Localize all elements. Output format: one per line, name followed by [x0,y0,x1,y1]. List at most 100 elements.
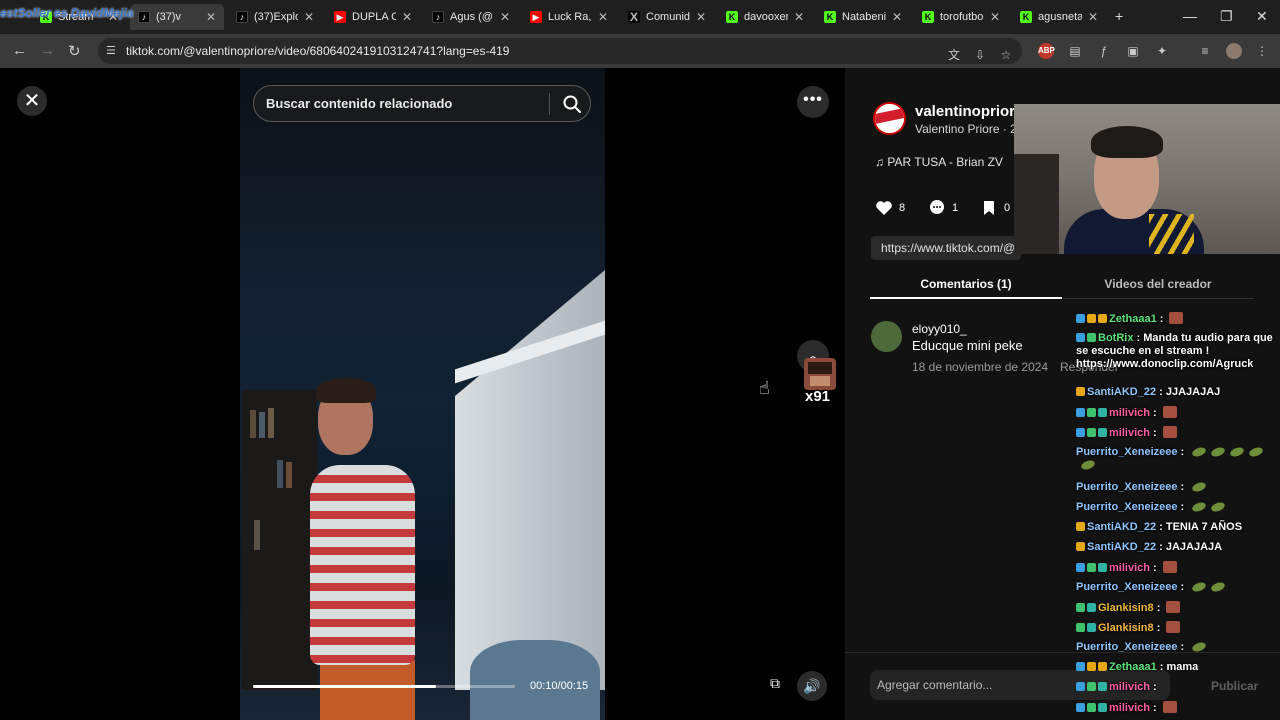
chat-badge-icon [1098,408,1107,417]
chat-message: Puerrito_Xeneizeee : [1076,445,1280,472]
video-progress-bar[interactable] [253,685,515,688]
adblock-icon[interactable]: ABP [1038,43,1055,59]
copy-link-field[interactable]: https://www.tiktok.com/@ [871,236,1021,260]
tab-close-icon[interactable]: ✕ [1088,10,1098,24]
chat-badge-icon [1087,603,1096,612]
back-button[interactable]: ← [12,42,27,59]
chat-message: SantiAKD_22 : TENIA 7 AÑOS [1076,521,1280,534]
chat-username: SantiAKD_22 [1087,521,1157,533]
webcam-jersey-stripes [1149,214,1194,254]
chat-emote-face-icon [1166,601,1181,613]
minimize-icon[interactable]: — [1183,8,1197,24]
extension-icon[interactable]: ▤ [1067,43,1083,59]
tab-close-icon[interactable]: ✕ [990,10,1000,24]
browser-tab-label: DUPLA C [352,11,396,23]
site-info-icon[interactable]: ☰ [106,44,116,57]
chat-separator: : [1156,541,1166,553]
chat-badge-icon [1076,662,1085,671]
picture-in-picture-icon[interactable]: ⧉ [764,675,786,697]
tab-close-icon[interactable]: ✕ [892,10,902,24]
like-button[interactable]: 8 [875,199,905,217]
browser-tab[interactable]: X Comunid ✕ [620,4,714,30]
creator-username[interactable]: valentinoprior [915,103,1015,120]
creator-display-name: Valentino Priore · 2 [915,122,1017,136]
extensions-puzzle-icon[interactable]: ✦ [1154,43,1170,59]
stream-chat-overlay: Zethaaa1 : BotRix : Manda tu audio para … [1070,308,1280,720]
maximize-icon[interactable]: ❐ [1220,8,1233,25]
comment-bubble-icon [930,200,944,214]
chat-emote-face-icon [1169,312,1184,324]
script-extension-icon[interactable]: ƒ [1096,43,1112,59]
tab-close-icon[interactable]: ✕ [206,10,216,24]
browser-tab[interactable]: Ktorofutbo ✕ [914,4,1008,30]
chat-username: milivich [1109,681,1150,693]
translate-icon[interactable]: 文 [946,47,962,63]
comment-button[interactable]: 1 [928,199,958,217]
browser-tab-label: Agus (@ [450,11,493,23]
browser-tab[interactable]: ▶ Luck Ra, ✕ [522,4,616,30]
commenter-username[interactable]: eloyy010_ [912,322,967,336]
chat-username: Puerrito_Xeneizeee [1076,581,1178,593]
pip-extension-icon[interactable]: ▣ [1125,43,1141,59]
streamer-webcam [1014,104,1280,254]
chat-separator: : [1177,501,1188,513]
chat-text: TENIA 7 AÑOS [1165,521,1243,533]
chat-separator: : [1153,622,1164,634]
browser-tab[interactable]: ♪ (37)v ✕ [130,4,224,30]
install-app-icon[interactable]: ⇩ [972,47,988,63]
chat-message: milivich : [1076,426,1280,440]
music-link[interactable]: ♫ PAR TUSA - Brian ZV [875,155,1003,169]
chat-emote-face-icon [1162,701,1177,713]
browser-tab[interactable]: Kdavooxen ✕ [718,4,812,30]
browser-tab[interactable]: K Natabeni ✕ [816,4,910,30]
chat-badge-icon [1076,522,1085,531]
profile-avatar-icon[interactable] [1226,43,1242,59]
chat-badge-icon [1076,314,1085,323]
window-close-icon[interactable]: ✕ [1256,8,1268,25]
chat-emote-leaf-icon [1191,500,1208,514]
forward-button[interactable]: → [40,42,55,59]
chat-emote-leaf-icon [1229,445,1246,459]
browser-tab[interactable]: Kagusneta ✕ [1012,4,1106,30]
related-search-box[interactable]: Buscar contenido relacionado [253,85,591,122]
reload-button[interactable]: ↻ [68,42,81,60]
browser-toolbar: ← → ↻ ☰ tiktok.com/@valentinopriore/vide… [0,34,1280,68]
chat-badge-icon [1087,314,1096,323]
tab-close-icon[interactable]: ✕ [598,10,608,24]
commenter-avatar[interactable] [871,321,902,352]
more-options-button[interactable]: ••• [797,86,829,118]
chat-badge-icon [1087,428,1096,437]
chat-badge-icon [1076,333,1085,342]
save-button[interactable]: 0 [980,199,1010,217]
browser-tab[interactable]: ♪ Agus (@ ✕ [424,4,518,30]
comment-text: Educque mini peke [912,338,1023,353]
browser-tab[interactable]: ♪ (37)Explo ✕ [228,4,322,30]
chat-separator: : [1153,602,1164,614]
volume-icon[interactable]: 🔊 [797,671,827,701]
close-video-button[interactable]: ✕ [17,86,47,116]
address-bar[interactable]: ☰ tiktok.com/@valentinopriore/video/6806… [98,38,1022,64]
video-scene-person-legs [320,660,415,720]
x-icon: X [628,10,640,24]
chat-message: SantiAKD_22 : JJAJAJAJ [1076,386,1280,399]
chat-username: Puerrito_Xeneizeee [1076,641,1178,653]
tab-close-icon[interactable]: ✕ [500,10,510,24]
media-control-icon[interactable]: ≡ [1197,43,1213,59]
tab-close-icon[interactable]: ✕ [696,10,706,24]
chat-text: JJAJAJAJ [1165,386,1221,398]
tab-close-icon[interactable]: ✕ [402,10,412,24]
creator-avatar[interactable] [873,102,906,135]
chat-emote-leaf-icon [1191,445,1208,459]
chat-message: Puerrito_Xeneizeee : [1076,500,1280,514]
chat-badge-icon [1087,682,1096,691]
browser-tab[interactable]: ▶ DUPLA C ✕ [326,4,420,30]
browser-menu-icon[interactable]: ⋮ [1254,43,1270,59]
tab-close-icon[interactable]: ✕ [794,10,804,24]
search-icon[interactable] [561,93,583,115]
bookmark-star-icon[interactable]: ☆ [998,47,1014,63]
new-tab-button[interactable]: + [1115,8,1123,24]
music-title: PAR TUSA - Brian ZV [887,155,1003,169]
kick-icon: K [726,11,738,23]
chat-separator: : [1149,427,1160,439]
tab-close-icon[interactable]: ✕ [304,10,314,24]
